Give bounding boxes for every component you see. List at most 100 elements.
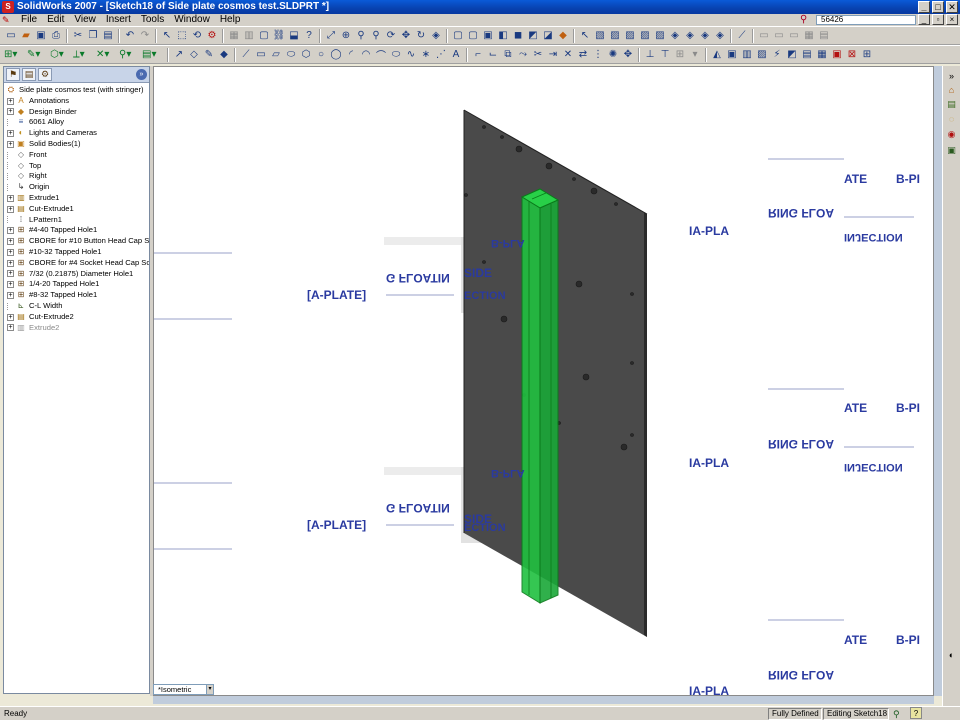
check-sketch-icon[interactable]: ▤ [800, 48, 814, 62]
feature-tree-item[interactable]: + ▤ Cut-Extrude2 [4, 312, 149, 323]
rebuild-icon[interactable]: ⟲ [190, 29, 204, 43]
parallelogram-icon[interactable]: ▱ [269, 48, 283, 62]
menu-window[interactable]: Window [169, 14, 215, 26]
feature-tree-item[interactable]: + ▥ Extrude1 [4, 193, 149, 204]
search-results-icon[interactable]: ◉ [945, 128, 958, 141]
trim-icon[interactable]: ✂ [531, 48, 545, 62]
expand-toggle-icon[interactable]: + [7, 292, 14, 300]
three-point-arc-icon[interactable]: ⌒ [374, 48, 388, 62]
feature-tree-item[interactable]: ↳ Origin [4, 182, 149, 193]
shaded-sketch-icon[interactable]: ◩ [785, 48, 799, 62]
feature-tree-item[interactable]: + ⊞ #8-32 Tapped Hole1 [4, 290, 149, 301]
standard-views-icon[interactable]: ▧ [593, 29, 607, 43]
rebuild-status-icon[interactable]: ⚲ [893, 708, 900, 720]
title-bar[interactable]: S SolidWorks 2007 - [Sketch18 of Side pl… [0, 0, 960, 14]
exit-sketch-icon[interactable]: ↗ [172, 48, 186, 62]
feature-tree-item[interactable]: ≡ 6061 Alloy [4, 117, 149, 128]
tab-property-manager-icon[interactable]: ▤ [22, 68, 36, 81]
feature-tree-item[interactable]: + ⊞ #4-40 Tapped Hole1 [4, 225, 149, 236]
zoom-in-out-icon[interactable]: ⚲ [354, 29, 368, 43]
open-icon[interactable]: ▰ [19, 29, 33, 43]
view-tile-icon[interactable]: ▭ [787, 29, 801, 43]
feature-tree-item[interactable]: + ⊞ CBORE for #10 Button Head Cap S [4, 236, 149, 247]
more-tools-icon[interactable]: ▤▾ [142, 48, 164, 62]
offset-icon[interactable]: ⧉ [501, 48, 515, 62]
right-view-icon[interactable]: ▨ [653, 29, 667, 43]
point-icon[interactable]: ∗ [419, 48, 433, 62]
feature-tree-item[interactable]: + ⊞ 7/32 (0.21875) Diameter Hole1 [4, 269, 149, 280]
instant-2d-icon[interactable]: ▥ [740, 48, 754, 62]
cut-icon[interactable]: ✂ [71, 29, 85, 43]
expand-toggle-icon[interactable]: + [7, 238, 14, 246]
circular-pattern-icon[interactable]: ✺ [606, 48, 620, 62]
isometric-view-icon[interactable]: ◈ [698, 29, 712, 43]
paste-icon[interactable]: ▤ [101, 29, 115, 43]
add-relation-icon[interactable]: ⊥ [643, 48, 657, 62]
help-icon[interactable]: ? [302, 29, 316, 43]
view-link-icon[interactable]: ▤ [817, 29, 831, 43]
tangent-arc-icon[interactable]: ◠ [359, 48, 373, 62]
expand-toggle-icon[interactable]: + [7, 194, 14, 202]
view-orientation-icon[interactable]: ⬓ [287, 29, 301, 43]
feature-tree-item[interactable]: + A Annotations [4, 96, 149, 107]
fillet-icon[interactable]: ⌐ [471, 48, 485, 62]
horizontal-scrollbar[interactable] [153, 696, 934, 704]
measure-icon[interactable]: ⟋ [735, 29, 749, 43]
task-pane-toggle-icon[interactable]: » [945, 70, 958, 83]
menu-help[interactable]: Help [215, 14, 246, 26]
relations-dropdown-icon[interactable]: ✕▾ [96, 48, 118, 62]
grid-icon[interactable]: ▦ [227, 29, 241, 43]
features-dropdown-icon[interactable]: ⊞▾ [4, 48, 26, 62]
sketch-3d-icon[interactable]: ◆ [217, 48, 231, 62]
new-document-icon[interactable]: ▭ [4, 29, 18, 43]
file-explorer-icon[interactable]: ◌ [945, 113, 958, 126]
stringer-beam[interactable] [520, 188, 560, 604]
text-icon[interactable]: A [449, 48, 463, 62]
menu-view[interactable]: View [69, 14, 101, 26]
move-entities-icon[interactable]: ✥ [621, 48, 635, 62]
top-view-icon[interactable]: ◈ [668, 29, 682, 43]
curves-dropdown-icon[interactable]: ⚲▾ [119, 48, 141, 62]
polygon-icon[interactable]: ⬡ [299, 48, 313, 62]
front-view-icon[interactable]: ▨ [608, 29, 622, 43]
view-four-icon[interactable]: ▦ [802, 29, 816, 43]
feature-tree-item[interactable]: + ⊞ CBORE for #4 Socket Head Cap Sc [4, 258, 149, 269]
expand-toggle-icon[interactable]: + [7, 313, 14, 321]
menu-file[interactable]: File [16, 14, 42, 26]
expand-toggle-icon[interactable]: + [7, 205, 14, 213]
design-library-icon[interactable]: ▤ [945, 98, 958, 111]
expand-toggle-icon[interactable]: + [7, 259, 14, 267]
shaded-edges-icon[interactable]: ◧ [496, 29, 510, 43]
centerpoint-arc-icon[interactable]: ◜ [344, 48, 358, 62]
display-icon[interactable]: ▢ [257, 29, 271, 43]
view-orientation-label[interactable]: *Isometric [153, 684, 213, 695]
feature-tree-root[interactable]: ⛭ Side plate cosmos test (with stringer) [4, 85, 149, 96]
collapse-panel-icon[interactable]: » [136, 69, 147, 80]
solidworks-resources-icon[interactable]: ⌂ [945, 84, 958, 97]
expand-toggle-icon[interactable]: + [7, 281, 14, 289]
feature-tree-item[interactable]: + ▥ Extrude2 [4, 323, 149, 334]
quick-snaps-icon[interactable]: ▾ [688, 48, 702, 62]
snap-icon[interactable]: ▥ [242, 29, 256, 43]
display-relations-icon[interactable]: ⊤ [658, 48, 672, 62]
expand-toggle-icon[interactable]: + [7, 140, 14, 148]
rectangle-icon[interactable]: ▭ [254, 48, 268, 62]
feature-tree-item[interactable]: + ▣ Solid Bodies(1) [4, 139, 149, 150]
feature-tree-item[interactable]: ◇ Right [4, 171, 149, 182]
menu-edit[interactable]: Edit [42, 14, 69, 26]
select-arrow-icon[interactable]: ↖ [578, 29, 592, 43]
menu-tools[interactable]: Tools [136, 14, 169, 26]
rapid-sketch-icon[interactable]: ⚡ [770, 48, 784, 62]
zoom-area-icon[interactable]: ⊕ [339, 29, 353, 43]
save-icon[interactable]: ▣ [34, 29, 48, 43]
model-canvas[interactable]: SIDE ECTION G FLOATIN B-PLA [A-PLATE] SI… [154, 67, 934, 696]
close-button[interactable]: ✕ [946, 1, 958, 13]
hidden-removed-icon[interactable]: ▣ [481, 29, 495, 43]
chamfer-icon[interactable]: ⌙ [486, 48, 500, 62]
ellipse-icon[interactable]: ⬭ [389, 48, 403, 62]
back-view-icon[interactable]: ▨ [623, 29, 637, 43]
expand-toggle-icon[interactable]: + [7, 108, 14, 116]
section-view-icon[interactable]: ◪ [541, 29, 555, 43]
view-palette-icon[interactable]: ▣ [945, 144, 958, 157]
expand-toggle-icon[interactable]: + [7, 97, 14, 105]
